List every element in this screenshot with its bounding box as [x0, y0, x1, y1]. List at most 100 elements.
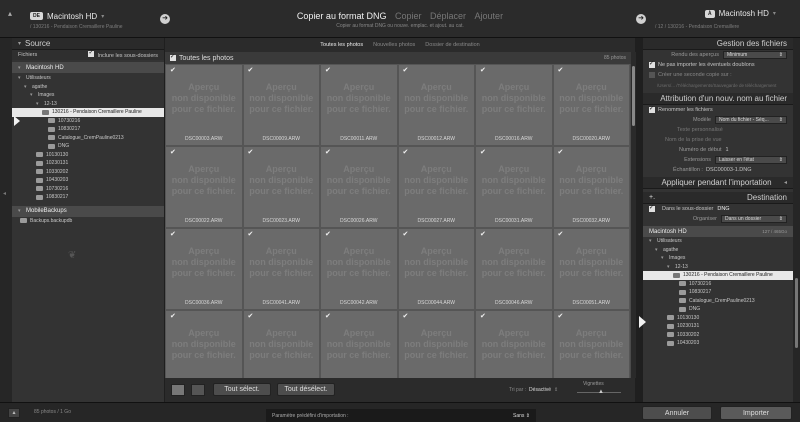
photo-thumbnail[interactable]: ✔ Aperçu non disponible pour ce fichier. DSC…	[397, 64, 475, 146]
photo-checkbox[interactable]: ✔	[480, 148, 486, 156]
photo-checkbox[interactable]: ✔	[558, 312, 564, 320]
subfolder-name[interactable]: DNG	[717, 206, 729, 212]
dest-tree-item[interactable]: 10830217	[643, 288, 793, 297]
right-scrollbar-thumb[interactable]	[795, 278, 798, 348]
photo-thumbnail[interactable]: ✔ Aperçu non disponible pour ce fichier. DSC…	[475, 228, 553, 310]
dest-tree-item[interactable]: ▾ agathe	[643, 246, 793, 255]
preview-dropdown[interactable]: Minimum ⇕	[723, 51, 787, 59]
dest-tree-item[interactable]: 10430203	[643, 339, 793, 348]
volume-header[interactable]: ▾ Macintosh HD	[12, 62, 164, 73]
source-tree-item[interactable]: 10130130	[12, 151, 164, 160]
dest-tree-item[interactable]: DNG	[643, 305, 793, 314]
photo-thumbnail[interactable]: ✔ Aperçu non disponible pour ce fichier. DSC…	[552, 64, 630, 146]
expand-triangle-icon[interactable]: ▾	[24, 84, 32, 90]
organise-dropdown[interactable]: Dans un dossier ⇕	[721, 215, 787, 223]
include-subfolders-checkbox[interactable]: Inclure les sous-dossiers	[88, 49, 158, 59]
photo-thumbnail[interactable]: ✔ Aperçu non disponible pour ce fichier. DSC…	[320, 228, 398, 310]
photo-thumbnail[interactable]: ✔ Aperçu non disponible pour ce fichier. DSC…	[397, 228, 475, 310]
photo-checkbox[interactable]: ✔	[248, 312, 254, 320]
source-tree-item[interactable]: 10330202	[12, 168, 164, 177]
photo-checkbox[interactable]: ✔	[248, 66, 254, 74]
dest-tree-item[interactable]: 10730216	[643, 280, 793, 289]
photo-checkbox[interactable]: ✔	[480, 66, 486, 74]
extensions-dropdown[interactable]: Laisser en l'état ⇕	[715, 156, 787, 164]
mode-copy-dng[interactable]: Copier au format DNG	[297, 11, 387, 21]
destination-header[interactable]: +. Destination	[643, 192, 793, 204]
mode-move[interactable]: Déplacer	[430, 11, 466, 21]
source-tree-item[interactable]: 10230131	[12, 159, 164, 168]
dest-tree-item[interactable]: 10130130	[643, 314, 793, 323]
all-photos-checkbox[interactable]: Toutes les photos	[170, 53, 233, 62]
photo-checkbox[interactable]: ✔	[480, 230, 486, 238]
rename-files-checkbox[interactable]: Renommer les fichiers	[643, 105, 793, 115]
tab-all-photos[interactable]: Toutes les photos	[320, 42, 363, 48]
photo-thumbnail[interactable]: ✔ Aperçu non disponible pour ce fichier. DSC…	[397, 146, 475, 228]
photo-thumbnail[interactable]: ✔ Aperçu non disponible pour ce fichier.	[320, 310, 398, 378]
photo-thumbnail[interactable]: ✔ Aperçu non disponible pour ce fichier. DSC…	[165, 228, 243, 310]
photo-thumbnail[interactable]: ✔ Aperçu non disponible pour ce fichier. DSC…	[165, 146, 243, 228]
dest-tree-item[interactable]: ▾ Images	[643, 254, 793, 263]
expand-triangle-icon[interactable]: ▾	[30, 92, 38, 98]
photo-thumbnail[interactable]: ✔ Aperçu non disponible pour ce fichier. DSC…	[242, 64, 320, 146]
tab-destination-folder[interactable]: Dossier de destination	[425, 42, 479, 48]
no-duplicates-checkbox[interactable]: Ne pas importer les éventuels doublons	[643, 60, 793, 70]
photo-thumbnail[interactable]: ✔ Aperçu non disponible pour ce fichier. DSC…	[320, 146, 398, 228]
import-button[interactable]: Importer	[720, 406, 792, 420]
photo-checkbox[interactable]: ✔	[325, 66, 331, 74]
expand-triangle-icon[interactable]: ▾	[649, 238, 657, 244]
destination-selector[interactable]: À Macintosh HD ▾	[705, 9, 776, 18]
file-mgmt-header[interactable]: Gestion des fichiers	[643, 38, 793, 50]
photo-thumbnail[interactable]: ✔ Aperçu non disponible pour ce fichier. DSC…	[165, 64, 243, 146]
cancel-button[interactable]: Annuler	[642, 406, 712, 420]
photo-thumbnail[interactable]: ✔ Aperçu non disponible pour ce fichier.	[552, 310, 630, 378]
second-copy-checkbox[interactable]: Créer une seconde copie sur :	[643, 70, 793, 80]
expand-triangle-icon[interactable]: ▾	[667, 264, 675, 270]
photo-thumbnail[interactable]: ✔ Aperçu non disponible pour ce fichier.	[165, 310, 243, 378]
deselect-all-button[interactable]: Tout désélect.	[277, 383, 335, 396]
photo-thumbnail[interactable]: ✔ Aperçu non disponible pour ce fichier. DSC…	[475, 146, 553, 228]
photo-checkbox[interactable]: ✔	[403, 148, 409, 156]
dest-tree-item[interactable]: ▾ 12-13	[643, 263, 793, 272]
expand-triangle-icon[interactable]: ▾	[655, 247, 663, 253]
photo-checkbox[interactable]: ✔	[248, 230, 254, 238]
source-tree-item[interactable]: 10730216	[12, 185, 164, 194]
photo-checkbox[interactable]: ✔	[325, 230, 331, 238]
photo-checkbox[interactable]: ✔	[170, 312, 176, 320]
photo-checkbox[interactable]: ✔	[170, 148, 176, 156]
photo-thumbnail[interactable]: ✔ Aperçu non disponible pour ce fichier. DSC…	[242, 146, 320, 228]
photo-thumbnail[interactable]: ✔ Aperçu non disponible pour ce fichier.	[242, 310, 320, 378]
source-tree-item[interactable]: ▾ agathe	[12, 83, 164, 92]
rename-header[interactable]: Attribution d'un nouv. nom au fichier	[643, 93, 793, 105]
photo-checkbox[interactable]: ✔	[403, 66, 409, 74]
source-tree-item[interactable]: 10830217	[12, 125, 164, 134]
photo-thumbnail[interactable]: ✔ Aperçu non disponible pour ce fichier. DSC…	[242, 228, 320, 310]
mode-add[interactable]: Ajouter	[475, 11, 504, 21]
mode-copy[interactable]: Copier	[395, 11, 422, 21]
start-number-field[interactable]: 1	[726, 147, 729, 153]
template-dropdown[interactable]: Nom du fichier - Séq... ⇕	[715, 116, 787, 124]
source-tree-item[interactable]: 10730216	[12, 117, 164, 126]
photo-checkbox[interactable]: ✔	[403, 230, 409, 238]
photo-thumbnail[interactable]: ✔ Aperçu non disponible pour ce fichier. DSC…	[320, 64, 398, 146]
tab-new-photos[interactable]: Nouvelles photos	[373, 42, 415, 48]
backup-folder[interactable]: Backups.backupdb	[12, 217, 164, 226]
photo-checkbox[interactable]: ✔	[170, 230, 176, 238]
dest-tree-item[interactable]: 130216 - Pendaison Cremaillere Pauline	[643, 271, 793, 280]
photo-checkbox[interactable]: ✔	[558, 148, 564, 156]
photo-checkbox[interactable]: ✔	[325, 148, 331, 156]
scrollbar-thumb[interactable]	[632, 66, 635, 126]
dest-tree-item[interactable]: ▾ Utilisateurs	[643, 237, 793, 246]
photo-thumbnail[interactable]: ✔ Aperçu non disponible pour ce fichier. DSC…	[552, 146, 630, 228]
dest-volume-header[interactable]: Macintosh HD 127 / 465Go	[643, 226, 793, 237]
source-tree-item[interactable]: ▾ 12-13	[12, 100, 164, 109]
photo-checkbox[interactable]: ✔	[558, 230, 564, 238]
subfolder-checkbox[interactable]: Dans le sous-dossierDNG	[643, 204, 793, 214]
photo-thumbnail[interactable]: ✔ Aperçu non disponible pour ce fichier. DSC…	[475, 64, 553, 146]
expand-icon[interactable]: ▴	[8, 408, 20, 418]
source-tree-item[interactable]: 130216 - Pendaison Cremaillere Pauline	[12, 108, 164, 117]
source-tree-item[interactable]: 10430203	[12, 176, 164, 185]
source-tree-item[interactable]: 10830217	[12, 193, 164, 202]
dest-tree-item[interactable]: 10230131	[643, 322, 793, 331]
expand-triangle-icon[interactable]: ▾	[661, 255, 669, 261]
loupe-view-icon[interactable]	[191, 384, 205, 396]
